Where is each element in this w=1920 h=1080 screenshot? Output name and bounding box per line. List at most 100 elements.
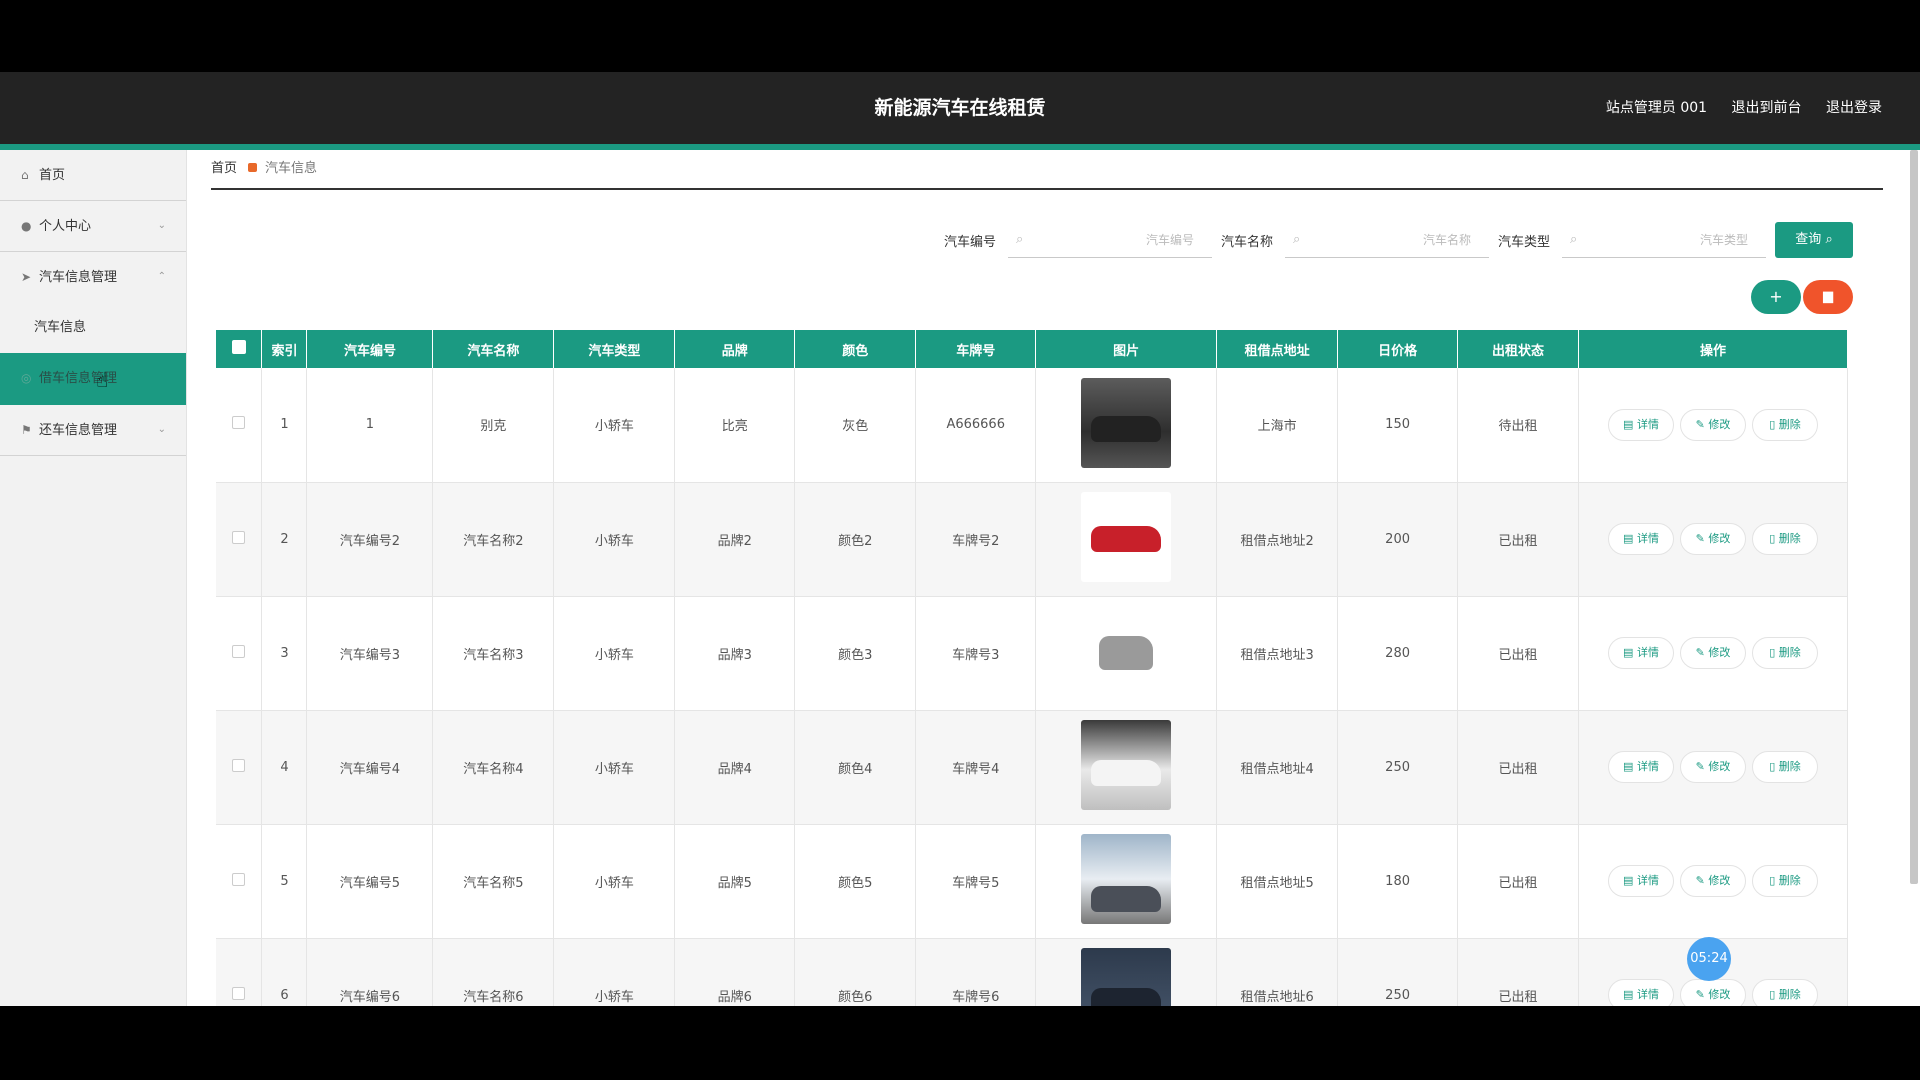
scrollbar-thumb[interactable]: [1910, 150, 1918, 884]
detail-button[interactable]: ▤ 详情: [1608, 637, 1674, 669]
cell-price: 280: [1337, 596, 1459, 711]
detail-button[interactable]: ▤ 详情: [1608, 751, 1674, 783]
edit-button[interactable]: ✎ 修改: [1680, 865, 1746, 897]
sidebar-item-label: 首页: [39, 168, 66, 183]
sidebar-item-home[interactable]: ⌂ 首页: [0, 150, 186, 201]
cell-status: 待出租: [1457, 368, 1580, 483]
row-checkbox-cell: [216, 710, 263, 825]
detail-button[interactable]: ▤ 详情: [1608, 523, 1674, 555]
detail-label: 详情: [1636, 532, 1659, 545]
sidebar-subitem-car-info[interactable]: 汽车信息: [0, 303, 186, 353]
row-checkbox[interactable]: [232, 758, 246, 772]
detail-button[interactable]: ▤ 详情: [1608, 408, 1674, 441]
trash-icon: ▯: [1769, 988, 1776, 1001]
select-all-checkbox[interactable]: [216, 330, 263, 368]
logout-link[interactable]: 退出登录: [1826, 100, 1882, 116]
row-checkbox[interactable]: [232, 986, 246, 1000]
cell-car-type: 小轿车: [553, 824, 676, 939]
cell-plate: 车牌号4: [915, 710, 1037, 825]
car-silhouette: [1099, 636, 1154, 670]
flag-icon: ⚑: [21, 423, 32, 437]
row-checkbox[interactable]: [232, 872, 246, 886]
delete-button[interactable]: ▯ 删除: [1752, 523, 1818, 555]
cell-car-name: 汽车名称6: [432, 938, 555, 1006]
detail-label: 详情: [1636, 760, 1659, 773]
edit-button[interactable]: ✎ 修改: [1680, 523, 1746, 555]
detail-button[interactable]: ▤ 详情: [1608, 865, 1674, 897]
cell-car-no: 汽车编号5: [306, 824, 434, 939]
edit-icon: ✎: [1695, 532, 1705, 545]
table-row: 1 1 别克 小轿车 比亮 灰色 A666666 上海市 150 待出租 ▤ 详…: [216, 368, 1848, 483]
trash-icon: ▯: [1769, 417, 1776, 431]
delete-button[interactable]: ▯ 删除: [1752, 865, 1818, 897]
row-checkbox[interactable]: [232, 416, 246, 430]
sidebar-item-borrow-management[interactable]: ◎ 借车信息管理: [0, 353, 186, 405]
car-table: 索引 汽车编号 汽车名称 汽车类型 品牌 颜色 车牌号 图片 租借点地址 日价格…: [216, 330, 1848, 1006]
car-list-panel: 汽车编号 ⌕ 汽车编号 汽车名称 ⌕ 汽车名称 汽车类型 ⌕ 汽车类型 查询 ⌕ + …: [211, 200, 1883, 1006]
sidebar-item-car-management[interactable]: ➤ 汽车信息管理 ⌃: [0, 252, 186, 303]
cell-brand: 品牌6: [674, 938, 796, 1006]
col-brand: 品牌: [674, 330, 796, 368]
edit-label: 修改: [1708, 417, 1731, 431]
sidebar-item-return-management[interactable]: ⚑ 还车信息管理 ⌄: [0, 405, 186, 456]
vertical-scrollbar[interactable]: [1908, 150, 1920, 1006]
col-car-type: 汽车类型: [553, 330, 676, 368]
car-type-input[interactable]: ⌕ 汽车类型: [1562, 222, 1766, 258]
bulk-delete-button[interactable]: ▆: [1803, 280, 1853, 314]
chevron-down-icon: ⌄: [157, 424, 166, 435]
cell-index: 3: [261, 596, 308, 711]
car-silhouette: [1091, 886, 1162, 912]
delete-label: 删除: [1778, 988, 1801, 1001]
car-name-input[interactable]: ⌕ 汽车名称: [1284, 222, 1489, 258]
edit-icon: ✎: [1695, 760, 1705, 773]
cell-car-no: 汽车编号4: [306, 710, 434, 825]
delete-button[interactable]: ▯ 删除: [1752, 408, 1818, 441]
cell-brand: 品牌4: [674, 710, 796, 825]
back-to-front-link[interactable]: 退出到前台: [1732, 100, 1802, 116]
checkbox[interactable]: [231, 340, 246, 354]
edit-button[interactable]: ✎ 修改: [1680, 751, 1746, 783]
cell-plate: 车牌号2: [915, 482, 1037, 597]
cell-car-type: 小轿车: [553, 482, 676, 597]
cell-actions: ▤ 详情 ✎ 修改 ▯ 删除: [1578, 482, 1848, 597]
detail-icon: ▤: [1623, 417, 1634, 431]
cell-image: [1035, 368, 1218, 483]
row-checkbox[interactable]: [232, 644, 246, 658]
cell-brand: 品牌2: [674, 482, 796, 597]
cell-car-name: 汽车名称2: [432, 482, 555, 597]
table-row: 6 汽车编号6 汽车名称6 小轿车 品牌6 颜色6 车牌号6 租借点地址6 25…: [216, 938, 1848, 1006]
cell-color: 颜色4: [794, 710, 917, 825]
query-button[interactable]: 查询 ⌕: [1775, 222, 1853, 258]
edit-button[interactable]: ✎ 修改: [1680, 408, 1746, 441]
row-checkbox[interactable]: [232, 530, 246, 544]
cell-address: 租借点地址4: [1216, 710, 1339, 825]
edit-label: 修改: [1708, 874, 1731, 887]
sidebar: ⌂ 首页 ● 个人中心 ⌄ ➤ 汽车信息管理 ⌃ 汽车信息 ◎ 借车信息管理 ⚑ 还车信息…: [0, 150, 187, 1006]
col-image: 图片: [1035, 330, 1218, 368]
cell-image: [1035, 710, 1218, 825]
cell-car-name: 汽车名称3: [432, 596, 555, 711]
cell-car-name: 别克: [432, 368, 555, 483]
detail-label: 详情: [1636, 646, 1659, 659]
edit-button[interactable]: ✎ 修改: [1680, 979, 1746, 1006]
plus-icon: +: [1769, 287, 1783, 306]
col-status: 出租状态: [1457, 330, 1580, 368]
delete-button[interactable]: ▯ 删除: [1752, 751, 1818, 783]
trash-icon: ▆: [1823, 289, 1833, 304]
delete-button[interactable]: ▯ 删除: [1752, 979, 1818, 1006]
edit-button[interactable]: ✎ 修改: [1680, 637, 1746, 669]
breadcrumb-home[interactable]: 首页: [211, 161, 237, 176]
recording-timer-badge[interactable]: 05:24: [1687, 937, 1731, 981]
sidebar-item-profile[interactable]: ● 个人中心 ⌄: [0, 201, 186, 252]
car-no-input[interactable]: ⌕ 汽车编号: [1007, 222, 1212, 258]
search-icon: ⌕: [1292, 232, 1301, 247]
car-name-placeholder: 汽车名称: [1422, 233, 1471, 247]
car-photo: [1081, 492, 1172, 582]
cell-plate: A666666: [915, 368, 1037, 483]
delete-button[interactable]: ▯ 删除: [1752, 637, 1818, 669]
detail-button[interactable]: ▤ 详情: [1608, 979, 1674, 1006]
add-button[interactable]: +: [1751, 280, 1801, 314]
table-row: 5 汽车编号5 汽车名称5 小轿车 品牌5 颜色5 车牌号5 租借点地址5 18…: [216, 824, 1848, 939]
edit-label: 修改: [1708, 646, 1731, 659]
breadcrumb-separator-icon: [248, 163, 258, 172]
